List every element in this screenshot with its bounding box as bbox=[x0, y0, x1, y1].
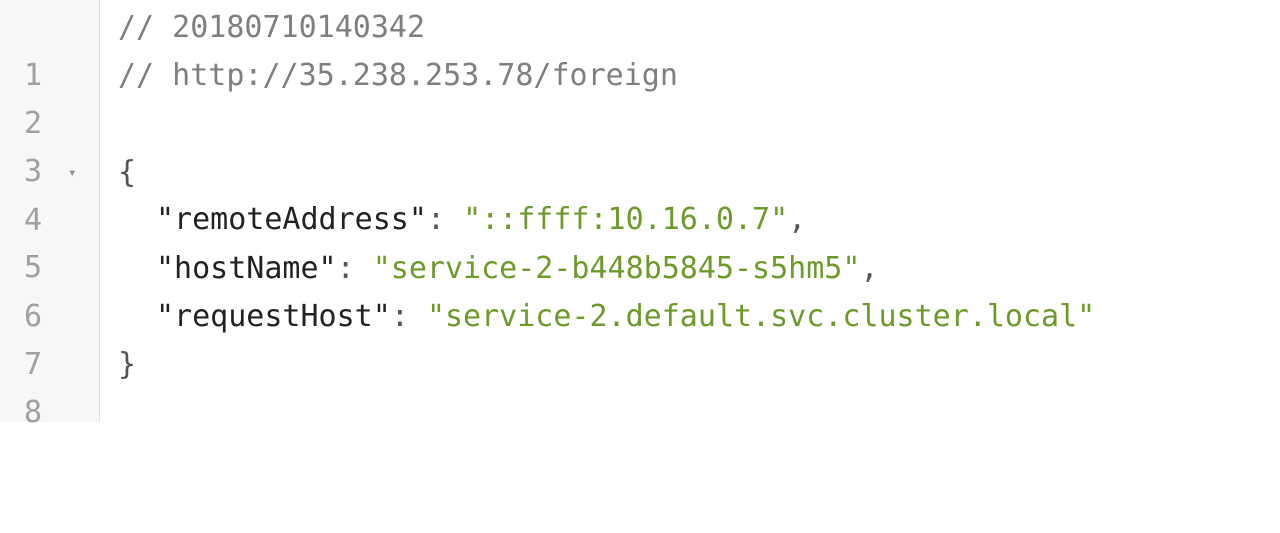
fold-toggle-icon[interactable]: ▾ bbox=[68, 149, 76, 197]
json-field-request-host: "requestHost": "service-2.default.svc.cl… bbox=[118, 293, 1095, 341]
comment-url: // http://35.238.253.78/foreign bbox=[118, 58, 678, 93]
brace-open: { bbox=[118, 155, 137, 190]
json-comma: , bbox=[860, 251, 879, 286]
brace-close: } bbox=[118, 347, 137, 382]
json-value: "service-2-b448b5845-s5hm5" bbox=[372, 251, 861, 286]
code-line: 1 // 20180710140342 bbox=[0, 4, 1280, 93]
code-line: 8 } bbox=[0, 341, 1280, 430]
json-key: "hostName" bbox=[156, 251, 337, 286]
json-value: "::ffff:10.16.0.7" bbox=[463, 202, 789, 237]
json-separator: : bbox=[336, 251, 373, 286]
code-line: 3 bbox=[0, 100, 1280, 189]
json-key: "remoteAddress" bbox=[156, 202, 427, 237]
code-line: 2 // http://35.238.253.78/foreign bbox=[0, 52, 1280, 141]
json-comma: , bbox=[788, 202, 807, 237]
json-field-host-name: "hostName": "service-2-b448b5845-s5hm5", bbox=[118, 245, 878, 293]
code-line: 5 "remoteAddress": "::ffff:10.16.0.7", bbox=[0, 196, 1280, 285]
json-field-remote-address: "remoteAddress": "::ffff:10.16.0.7", bbox=[118, 196, 806, 244]
json-value: "service-2.default.svc.cluster.local" bbox=[426, 299, 1096, 334]
json-separator: : bbox=[426, 202, 464, 237]
json-key: "requestHost" bbox=[156, 299, 391, 334]
json-separator: : bbox=[390, 299, 427, 334]
code-line: 7 "requestHost": "service-2.default.svc.… bbox=[0, 293, 1280, 382]
line-number: 8 bbox=[23, 395, 42, 430]
code-line: 4 ▾ { bbox=[0, 149, 1280, 238]
comment-timestamp: // 20180710140342 bbox=[118, 10, 426, 45]
code-line: 6 "hostName": "service-2-b448b5845-s5hm5… bbox=[0, 245, 1280, 334]
